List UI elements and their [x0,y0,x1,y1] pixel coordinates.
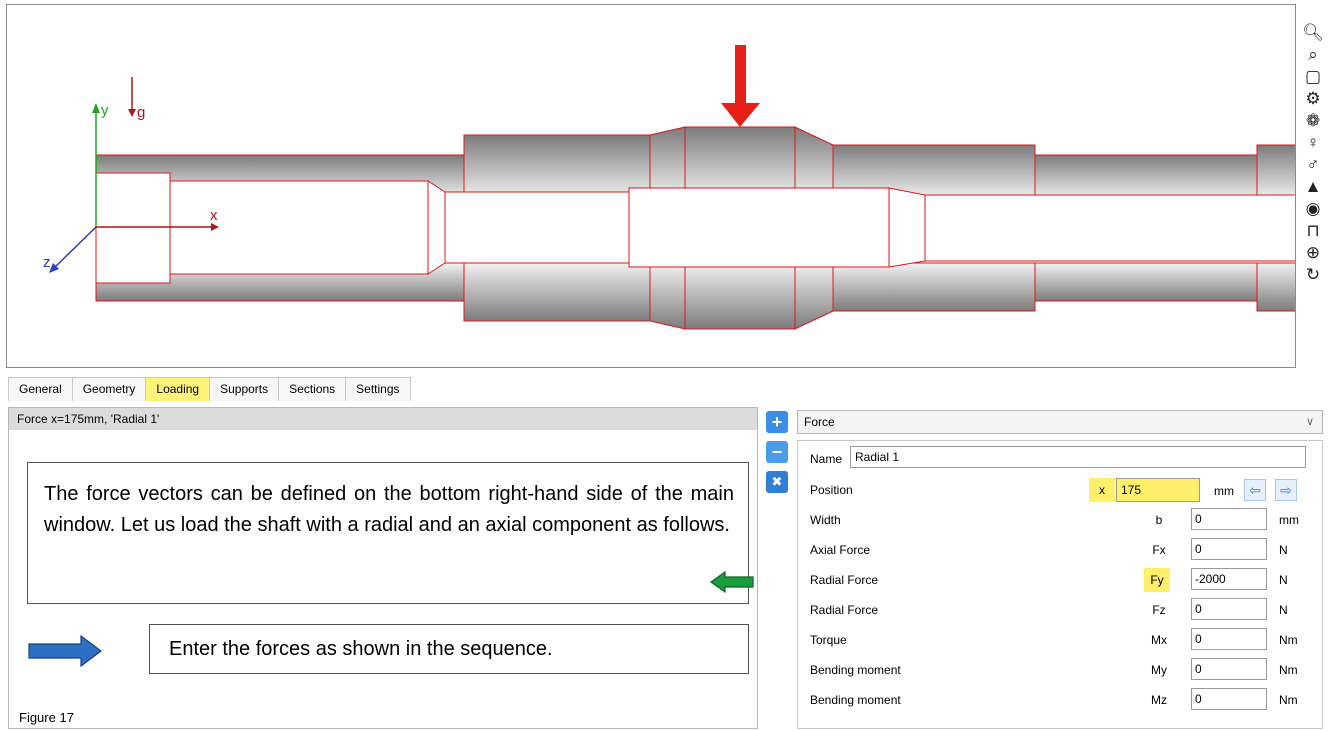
shaft-viewport[interactable]: g y x z [6,4,1296,368]
load-list-buttons: + − ✖ [766,411,790,501]
green-arrow-icon [709,570,754,594]
load-list-item-selected[interactable]: Force x=175mm, 'Radial 1' [9,408,757,430]
tab-loading[interactable]: Loading [145,377,211,401]
radial-force-z-symbol: Fz [1152,603,1166,617]
bending-moment-y-row: Bending moment My 0 Nm [798,655,1322,685]
radial-force-y-symbol: Fy [1144,568,1170,592]
torque-symbol: Mx [1151,633,1167,647]
bending-moment-z-unit: Nm [1279,693,1298,707]
add-load-button[interactable]: + [766,411,788,433]
radial-force-y-unit: N [1279,573,1288,587]
remove-load-button[interactable]: − [766,441,788,463]
shaft-force-icon[interactable]: ♂ [1300,154,1326,176]
arrow-right-icon: ⇨ [1280,482,1292,498]
load-type-value: Force [804,415,835,429]
name-field[interactable]: Radial 1 [850,446,1306,468]
position-previous-button[interactable]: ⇦ [1244,479,1266,501]
y-axis-label: y [101,102,109,119]
axial-force-label: Axial Force [810,543,871,557]
gravity-label: g [137,104,145,121]
bending-moment-z-row: Bending moment Mz 0 Nm [798,685,1322,715]
radial-force-z-row: Radial Force Fz 0 N [798,595,1322,625]
torque-label: Torque [810,633,847,647]
tab-bar: General Geometry Loading Supports Sectio… [8,377,411,401]
shaft-drawing: g y x z [43,45,1295,330]
radial-force-y-field[interactable]: -2000 [1191,568,1267,590]
bending-moment-z-symbol: Mz [1151,693,1167,707]
radial-force-z-label: Radial Force [810,603,879,617]
tab-geometry[interactable]: Geometry [71,377,147,401]
load-list-panel: Force x=175mm, 'Radial 1' The force vect… [8,407,758,729]
position-symbol: x [1089,478,1115,502]
rotation-icon[interactable]: ↻ [1300,264,1326,286]
x-axis-label: x [210,207,218,224]
force-arrow [721,45,760,127]
tab-general[interactable]: General [8,377,73,401]
width-unit: mm [1279,513,1299,527]
instruction-note: The force vectors can be defined on the … [27,462,749,604]
support-icon[interactable]: ▲ [1300,176,1326,198]
force-form: Name Radial 1 Position x 175 mm ⇦ ⇨ Widt… [797,440,1323,729]
bending-moment-y-unit: Nm [1279,663,1298,677]
torque-row: Torque Mx 0 Nm [798,625,1322,655]
position-next-button[interactable]: ⇨ [1275,479,1297,501]
bottom-view-icon[interactable]: ⊓ [1300,220,1326,242]
radial-force-z-field[interactable]: 0 [1191,598,1267,620]
axial-force-field[interactable]: 0 [1191,538,1267,560]
width-field[interactable]: 0 [1191,508,1267,530]
zoom-in-icon[interactable]: 🔍︎ [1300,22,1326,44]
mass-icon[interactable]: ♀ [1300,132,1326,154]
tab-sections[interactable]: Sections [278,377,347,401]
arrow-left-icon: ⇦ [1249,482,1261,498]
sequence-note: Enter the forces as shown in the sequenc… [149,624,749,674]
name-label: Name [810,452,843,466]
width-symbol: b [1155,513,1163,527]
tab-supports[interactable]: Supports [209,377,280,401]
position-label: Position [810,483,853,497]
axial-force-symbol: Fx [1152,543,1166,557]
torque-unit: Nm [1279,633,1298,647]
force-properties-panel: Force ∨ Name Radial 1 Position x 175 mm … [797,410,1323,729]
width-row: Width b 0 mm [798,505,1322,535]
bending-moment-y-symbol: My [1151,663,1167,677]
tab-settings[interactable]: Settings [345,377,411,401]
axial-force-unit: N [1279,543,1288,557]
torque-field[interactable]: 0 [1191,628,1267,650]
bending-moment-y-label: Bending moment [810,663,901,677]
radial-force-y-row: Radial Force Fy -2000 N [798,565,1322,595]
blue-arrow-icon [28,634,102,668]
gear-icon[interactable]: ⚙ [1300,88,1326,110]
z-axis-label: z [43,254,51,271]
ring-icon[interactable]: ◉ [1300,198,1326,220]
top-view-icon[interactable]: ⊕ [1300,242,1326,264]
bending-moment-y-field[interactable]: 0 [1191,658,1267,680]
position-row: Position x 175 mm ⇦ ⇨ [798,475,1322,505]
minus-icon: − [771,441,783,462]
view-toolbar: 🔍︎ ⌕ ▢ ⚙ ❁ ♀ ♂ ▲ ◉ ⊓ ⊕ ↻ [1300,22,1328,352]
width-label: Width [810,513,841,527]
bearing-icon[interactable]: ❁ [1300,110,1326,132]
position-field[interactable]: 175 [1116,478,1200,502]
axial-force-row: Axial Force Fx 0 N [798,535,1322,565]
position-value: 175 [1121,483,1142,497]
radial-force-z-unit: N [1279,603,1288,617]
zoom-out-icon[interactable]: ⌕ [1300,44,1326,66]
zoom-fit-icon[interactable]: ▢ [1300,66,1326,88]
load-type-select[interactable]: Force ∨ [797,410,1323,434]
chevron-down-icon: ∨ [1305,416,1314,428]
plus-icon: + [771,411,783,432]
bending-moment-z-field[interactable]: 0 [1191,688,1267,710]
bending-moment-z-label: Bending moment [810,693,901,707]
close-icon: ✖ [771,474,783,489]
app-window: g y x z 🔍︎ ⌕ ▢ ⚙ ❁ ♀ ♂ ▲ ◉ ⊓ ⊕ ↻ General… [0,0,1331,731]
delete-all-loads-button[interactable]: ✖ [766,471,788,493]
figure-caption: Figure 17 [19,710,74,725]
radial-force-y-label: Radial Force [810,573,879,587]
gravity-indicator: g [128,77,145,121]
position-unit: mm [1214,484,1234,498]
